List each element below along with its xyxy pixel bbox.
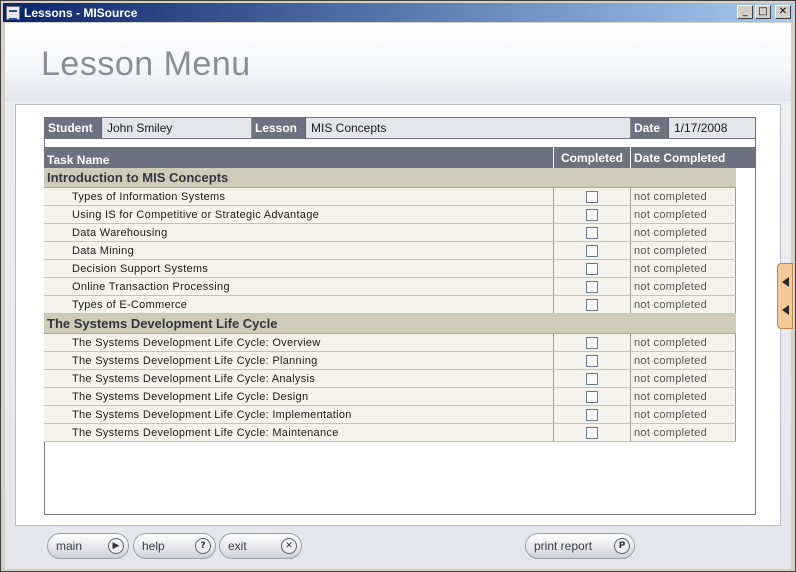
- table-row[interactable]: Types of E-Commerce not completed: [44, 296, 736, 314]
- task-name[interactable]: The Systems Development Life Cycle: Plan…: [44, 352, 554, 369]
- completion-status: not completed: [631, 188, 736, 205]
- completion-status: not completed: [631, 406, 736, 423]
- completed-checkbox[interactable]: [586, 298, 598, 311]
- window-controls: _ □ ✕: [737, 5, 791, 19]
- date-value: 1/17/2008: [669, 118, 755, 138]
- task-name[interactable]: The Systems Development Life Cycle: Anal…: [44, 370, 554, 387]
- task-name[interactable]: The Systems Development Life Cycle: Over…: [44, 334, 554, 351]
- table-row[interactable]: Data Warehousing not completed: [44, 224, 736, 242]
- student-label: Student: [45, 118, 102, 138]
- exit-button[interactable]: exit ✕: [219, 533, 302, 559]
- main-button[interactable]: main ▶: [47, 533, 129, 559]
- exit-button-label: exit: [228, 539, 247, 553]
- task-list: Introduction to MIS Concepts Types of In…: [44, 168, 736, 442]
- section-header: Introduction to MIS Concepts: [44, 168, 736, 188]
- main-button-label: main: [56, 539, 83, 553]
- task-name[interactable]: Types of E-Commerce: [44, 296, 554, 313]
- completed-checkbox[interactable]: [586, 336, 598, 349]
- task-name[interactable]: Data Warehousing: [44, 224, 554, 241]
- collapse-left-icon[interactable]: [782, 277, 789, 287]
- table-row[interactable]: Using IS for Competitive or Strategic Ad…: [44, 206, 736, 224]
- help-button-label: help: [142, 539, 165, 553]
- completed-checkbox[interactable]: [586, 280, 598, 293]
- print-icon: P: [614, 538, 630, 554]
- task-name[interactable]: The Systems Development Life Cycle: Desi…: [44, 388, 554, 405]
- header-completed: Completed: [554, 147, 631, 168]
- completion-status: not completed: [631, 296, 736, 313]
- info-row: Student John Smiley Lesson MIS Concepts …: [44, 117, 756, 139]
- table-row[interactable]: Decision Support Systems not completed: [44, 260, 736, 278]
- completed-checkbox[interactable]: [586, 226, 598, 239]
- header-date-completed: Date Completed: [634, 150, 726, 165]
- completion-status: not completed: [631, 370, 736, 387]
- completion-status: not completed: [631, 260, 736, 277]
- completed-checkbox[interactable]: [586, 426, 598, 439]
- date-label: Date: [631, 118, 669, 138]
- student-value: John Smiley: [102, 118, 252, 138]
- play-icon: ▶: [108, 538, 124, 554]
- completed-checkbox[interactable]: [586, 390, 598, 403]
- maximize-button[interactable]: □: [755, 5, 771, 19]
- completed-checkbox[interactable]: [586, 262, 598, 275]
- task-name[interactable]: The Systems Development Life Cycle: Main…: [44, 424, 554, 441]
- completed-checkbox[interactable]: [586, 354, 598, 367]
- completion-status: not completed: [631, 424, 736, 441]
- task-name[interactable]: Data Mining: [44, 242, 554, 259]
- app-icon: [6, 5, 20, 20]
- table-row[interactable]: Online Transaction Processing not complet…: [44, 278, 736, 296]
- completion-status: not completed: [631, 242, 736, 259]
- print-report-button[interactable]: print report P: [525, 533, 635, 559]
- header-band: Lesson Menu: [5, 23, 791, 101]
- page-title: Lesson Menu: [41, 45, 251, 83]
- header-task-name: Task Name: [44, 147, 554, 168]
- completion-status: not completed: [631, 388, 736, 405]
- window-title: Lessons - MISource: [24, 5, 138, 20]
- completion-status: not completed: [631, 278, 736, 295]
- task-name[interactable]: Using IS for Competitive or Strategic Ad…: [44, 206, 554, 223]
- help-button[interactable]: help ?: [133, 533, 216, 559]
- table-row[interactable]: The Systems Development Life Cycle: Main…: [44, 424, 736, 442]
- side-panel-toggle[interactable]: [777, 263, 793, 329]
- completed-checkbox[interactable]: [586, 208, 598, 221]
- task-name[interactable]: Types of Information Systems: [44, 188, 554, 205]
- table-row[interactable]: The Systems Development Life Cycle: Impl…: [44, 406, 736, 424]
- task-name[interactable]: Decision Support Systems: [44, 260, 554, 277]
- completion-status: not completed: [631, 206, 736, 223]
- close-button[interactable]: ✕: [775, 5, 791, 19]
- lesson-label: Lesson: [252, 118, 306, 138]
- app-window: Lessons - MISource _ □ ✕ Lesson Menu Stu…: [0, 0, 796, 572]
- completed-checkbox[interactable]: [586, 190, 598, 203]
- title-bar[interactable]: Lessons - MISource _ □ ✕: [3, 3, 793, 22]
- completion-status: not completed: [631, 224, 736, 241]
- close-icon: ✕: [281, 538, 297, 554]
- task-name[interactable]: Online Transaction Processing: [44, 278, 554, 295]
- completed-checkbox[interactable]: [586, 408, 598, 421]
- collapse-left-icon[interactable]: [782, 305, 789, 315]
- completed-checkbox[interactable]: [586, 244, 598, 257]
- section-header: The Systems Development Life Cycle: [44, 314, 736, 334]
- minimize-button[interactable]: _: [737, 5, 753, 19]
- app-surface: Lesson Menu Student John Smiley Lesson M…: [5, 23, 793, 569]
- lesson-panel: Student John Smiley Lesson MIS Concepts …: [15, 104, 781, 526]
- completed-checkbox[interactable]: [586, 372, 598, 385]
- bottom-toolbar: main ▶ help ? exit ✕ print report P: [5, 529, 791, 569]
- table-row[interactable]: The Systems Development Life Cycle: Anal…: [44, 370, 736, 388]
- table-header: Task Name Completed Date Completed: [44, 147, 756, 168]
- table-row[interactable]: The Systems Development Life Cycle: Over…: [44, 334, 736, 352]
- print-report-label: print report: [534, 539, 593, 553]
- lesson-value: MIS Concepts: [306, 118, 631, 138]
- completion-status: not completed: [631, 334, 736, 351]
- completion-status: not completed: [631, 352, 736, 369]
- task-name[interactable]: The Systems Development Life Cycle: Impl…: [44, 406, 554, 423]
- table-row[interactable]: The Systems Development Life Cycle: Plan…: [44, 352, 736, 370]
- table-row[interactable]: Data Mining not completed: [44, 242, 736, 260]
- table-row[interactable]: Types of Information Systems not complete…: [44, 188, 736, 206]
- table-row[interactable]: The Systems Development Life Cycle: Desi…: [44, 388, 736, 406]
- help-icon: ?: [195, 538, 211, 554]
